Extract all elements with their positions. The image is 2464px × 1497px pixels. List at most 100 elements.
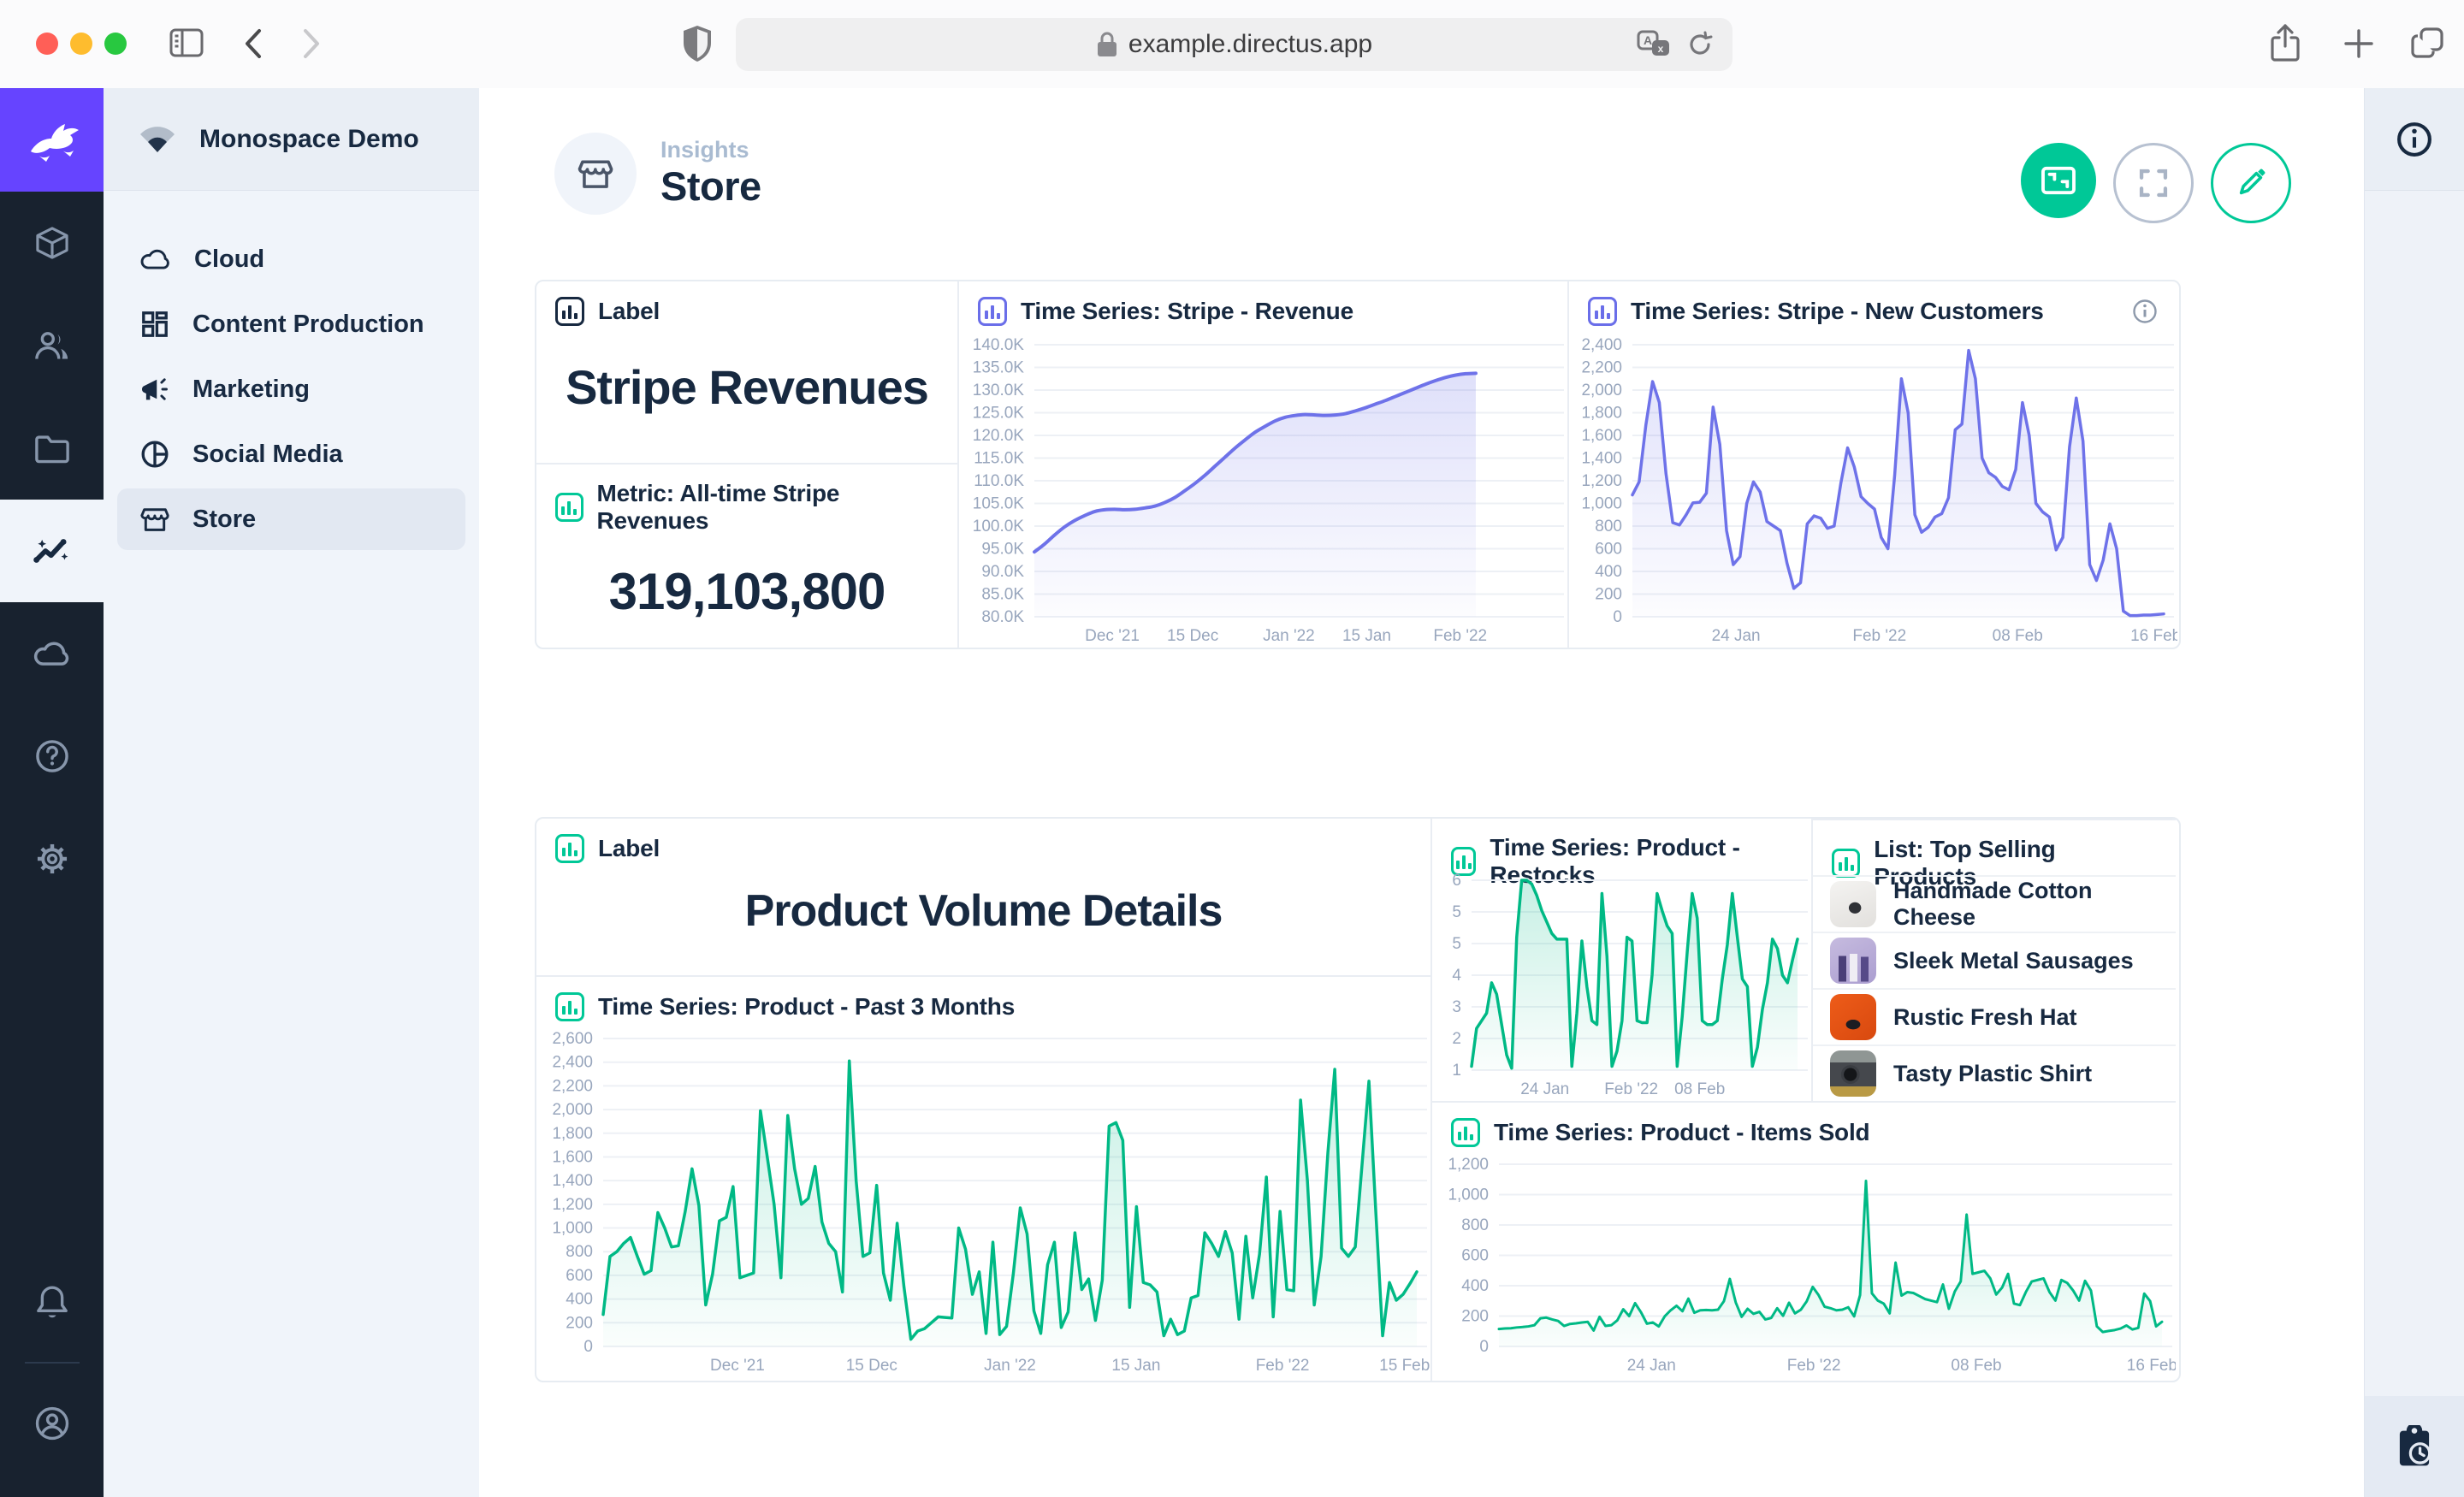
- panel-title: Time Series: Stripe - Revenue: [1021, 298, 1353, 325]
- svg-text:2: 2: [1452, 1030, 1461, 1048]
- module-cloud[interactable]: [0, 602, 104, 705]
- panel-title: Time Series: Stripe - New Customers: [1631, 298, 2044, 325]
- fit-view-button[interactable]: [2021, 143, 2096, 218]
- svg-text:08 Feb: 08 Feb: [1674, 1080, 1725, 1098]
- product-thumbnail: [1830, 1050, 1876, 1097]
- svg-text:08 Feb: 08 Feb: [1951, 1357, 2001, 1375]
- notifications-bell-icon[interactable]: [0, 1251, 104, 1353]
- svg-text:0: 0: [583, 1338, 593, 1356]
- svg-text:200: 200: [1595, 586, 1622, 604]
- svg-text:4: 4: [1452, 967, 1461, 985]
- sidebar-item-store[interactable]: Store: [117, 488, 465, 550]
- svg-text:1: 1: [1452, 1062, 1461, 1080]
- svg-text:600: 600: [1461, 1247, 1489, 1265]
- forward-button[interactable]: [301, 27, 322, 60]
- svg-text:3: 3: [1452, 998, 1461, 1016]
- svg-text:Feb '22: Feb '22: [1787, 1357, 1841, 1375]
- metric-value: 319,103,800: [536, 540, 957, 642]
- svg-text:5: 5: [1452, 935, 1461, 953]
- module-content[interactable]: [0, 192, 104, 294]
- svg-text:0: 0: [1613, 608, 1622, 626]
- svg-text:16 Feb: 16 Feb: [2127, 1357, 2176, 1375]
- browser-toolbar: example.directus.app Ax: [0, 0, 2464, 89]
- past-3-months-chart: 2,6002,4002,2002,0001,8001,6001,4001,200…: [536, 1030, 1430, 1377]
- list-item[interactable]: Rustic Fresh Hat: [1813, 988, 2176, 1044]
- panel-items-sold: Time Series: Product - Items Sold 1,2001…: [1432, 1101, 2176, 1377]
- info-sidebar-button[interactable]: [2365, 88, 2464, 191]
- address-bar[interactable]: example.directus.app Ax: [736, 18, 1732, 71]
- panel-label-icon: [555, 834, 584, 863]
- sidebar-item-label: Cloud: [194, 246, 264, 274]
- panel-group-product: Label Product Volume Details Time Series…: [535, 817, 2181, 1382]
- sidebar-item-content-production[interactable]: Content Production: [117, 293, 465, 355]
- product-name: Sleek Metal Sausages: [1893, 948, 2134, 974]
- svg-text:2,000: 2,000: [1581, 382, 1622, 399]
- module-settings[interactable]: [0, 808, 104, 910]
- project-logo-icon: [138, 123, 177, 156]
- sidebar-item-marketing[interactable]: Marketing: [117, 358, 465, 420]
- back-button[interactable]: [243, 27, 264, 60]
- module-insights[interactable]: [0, 500, 104, 602]
- list-item[interactable]: Sleek Metal Sausages: [1813, 932, 2176, 988]
- module-help[interactable]: [0, 705, 104, 808]
- sidebar-item-social-media[interactable]: Social Media: [117, 423, 465, 485]
- right-sidebar: [2364, 88, 2464, 1497]
- list-item[interactable]: Handmade Cotton Cheese: [1813, 875, 2176, 932]
- fullscreen-button[interactable]: [2113, 143, 2194, 223]
- storefront-icon: [577, 156, 614, 192]
- svg-text:1,000: 1,000: [1581, 495, 1622, 513]
- megaphone-icon: [139, 375, 170, 404]
- svg-text:115.0K: 115.0K: [974, 450, 1024, 468]
- close-window-button[interactable]: [36, 33, 58, 55]
- user-account-icon[interactable]: [0, 1372, 104, 1475]
- svg-text:2,000: 2,000: [552, 1101, 593, 1119]
- product-thumbnail: [1830, 938, 1876, 984]
- panel-title: Label: [598, 298, 660, 325]
- project-name: Monospace Demo: [199, 125, 419, 154]
- new-tab-icon[interactable]: [2343, 27, 2375, 60]
- svg-text:1,800: 1,800: [1581, 405, 1622, 423]
- svg-text:105.0K: 105.0K: [973, 495, 1025, 513]
- svg-text:Dec '21: Dec '21: [1085, 627, 1140, 645]
- panel-list-icon: [1832, 849, 1860, 878]
- main-content: Insights Store: [479, 88, 2365, 1497]
- svg-text:125.0K: 125.0K: [973, 405, 1025, 423]
- activity-log-button[interactable]: [2365, 1396, 2464, 1497]
- svg-text:1,600: 1,600: [552, 1148, 593, 1166]
- svg-text:1,000: 1,000: [1448, 1186, 1489, 1204]
- header-actions: [2021, 143, 2291, 223]
- svg-text:Jan '22: Jan '22: [1263, 627, 1315, 645]
- minimize-window-button[interactable]: [70, 33, 92, 55]
- module-files[interactable]: [0, 397, 104, 500]
- privacy-shield-icon[interactable]: [680, 24, 714, 63]
- sidebar-item-cloud[interactable]: Cloud: [117, 228, 465, 290]
- revenue-chart: 140.0K135.0K130.0K125.0K120.0K115.0K110.…: [959, 336, 1567, 648]
- share-icon[interactable]: [2269, 24, 2301, 63]
- svg-text:0: 0: [1479, 1338, 1489, 1356]
- list-item[interactable]: Tasty Plastic Shirt: [1813, 1044, 2176, 1101]
- zoom-window-button[interactable]: [104, 33, 127, 55]
- project-header[interactable]: Monospace Demo: [104, 88, 479, 191]
- sidebar-item-label: Content Production: [192, 311, 424, 339]
- tab-overview-icon[interactable]: [2409, 24, 2447, 62]
- edit-dashboard-button[interactable]: [2211, 143, 2291, 223]
- directus-logo[interactable]: [0, 88, 104, 192]
- panel-past-3-months: Time Series: Product - Past 3 Months 2,6…: [536, 975, 1430, 1377]
- svg-text:2,400: 2,400: [1581, 336, 1622, 354]
- svg-text:Feb '22: Feb '22: [1604, 1080, 1658, 1098]
- translate-icon[interactable]: Ax: [1637, 30, 1671, 59]
- panel-revenue-chart: Time Series: Stripe - Revenue 140.0K135.…: [957, 281, 1567, 648]
- module-users[interactable]: [0, 294, 104, 397]
- svg-text:Feb '22: Feb '22: [1433, 627, 1487, 645]
- panel-label-product: Label Product Volume Details: [536, 819, 1430, 975]
- svg-text:85.0K: 85.0K: [981, 586, 1024, 604]
- svg-text:15 Jan: 15 Jan: [1342, 627, 1391, 645]
- sidebar-toggle-icon[interactable]: [168, 26, 205, 60]
- svg-text:2,600: 2,600: [552, 1030, 593, 1048]
- reload-icon[interactable]: [1686, 31, 1714, 58]
- svg-text:08 Feb: 08 Feb: [1993, 627, 2043, 645]
- breadcrumb[interactable]: Insights: [660, 138, 761, 163]
- svg-text:140.0K: 140.0K: [973, 336, 1025, 354]
- info-icon[interactable]: [2131, 298, 2159, 325]
- svg-text:95.0K: 95.0K: [981, 541, 1024, 559]
